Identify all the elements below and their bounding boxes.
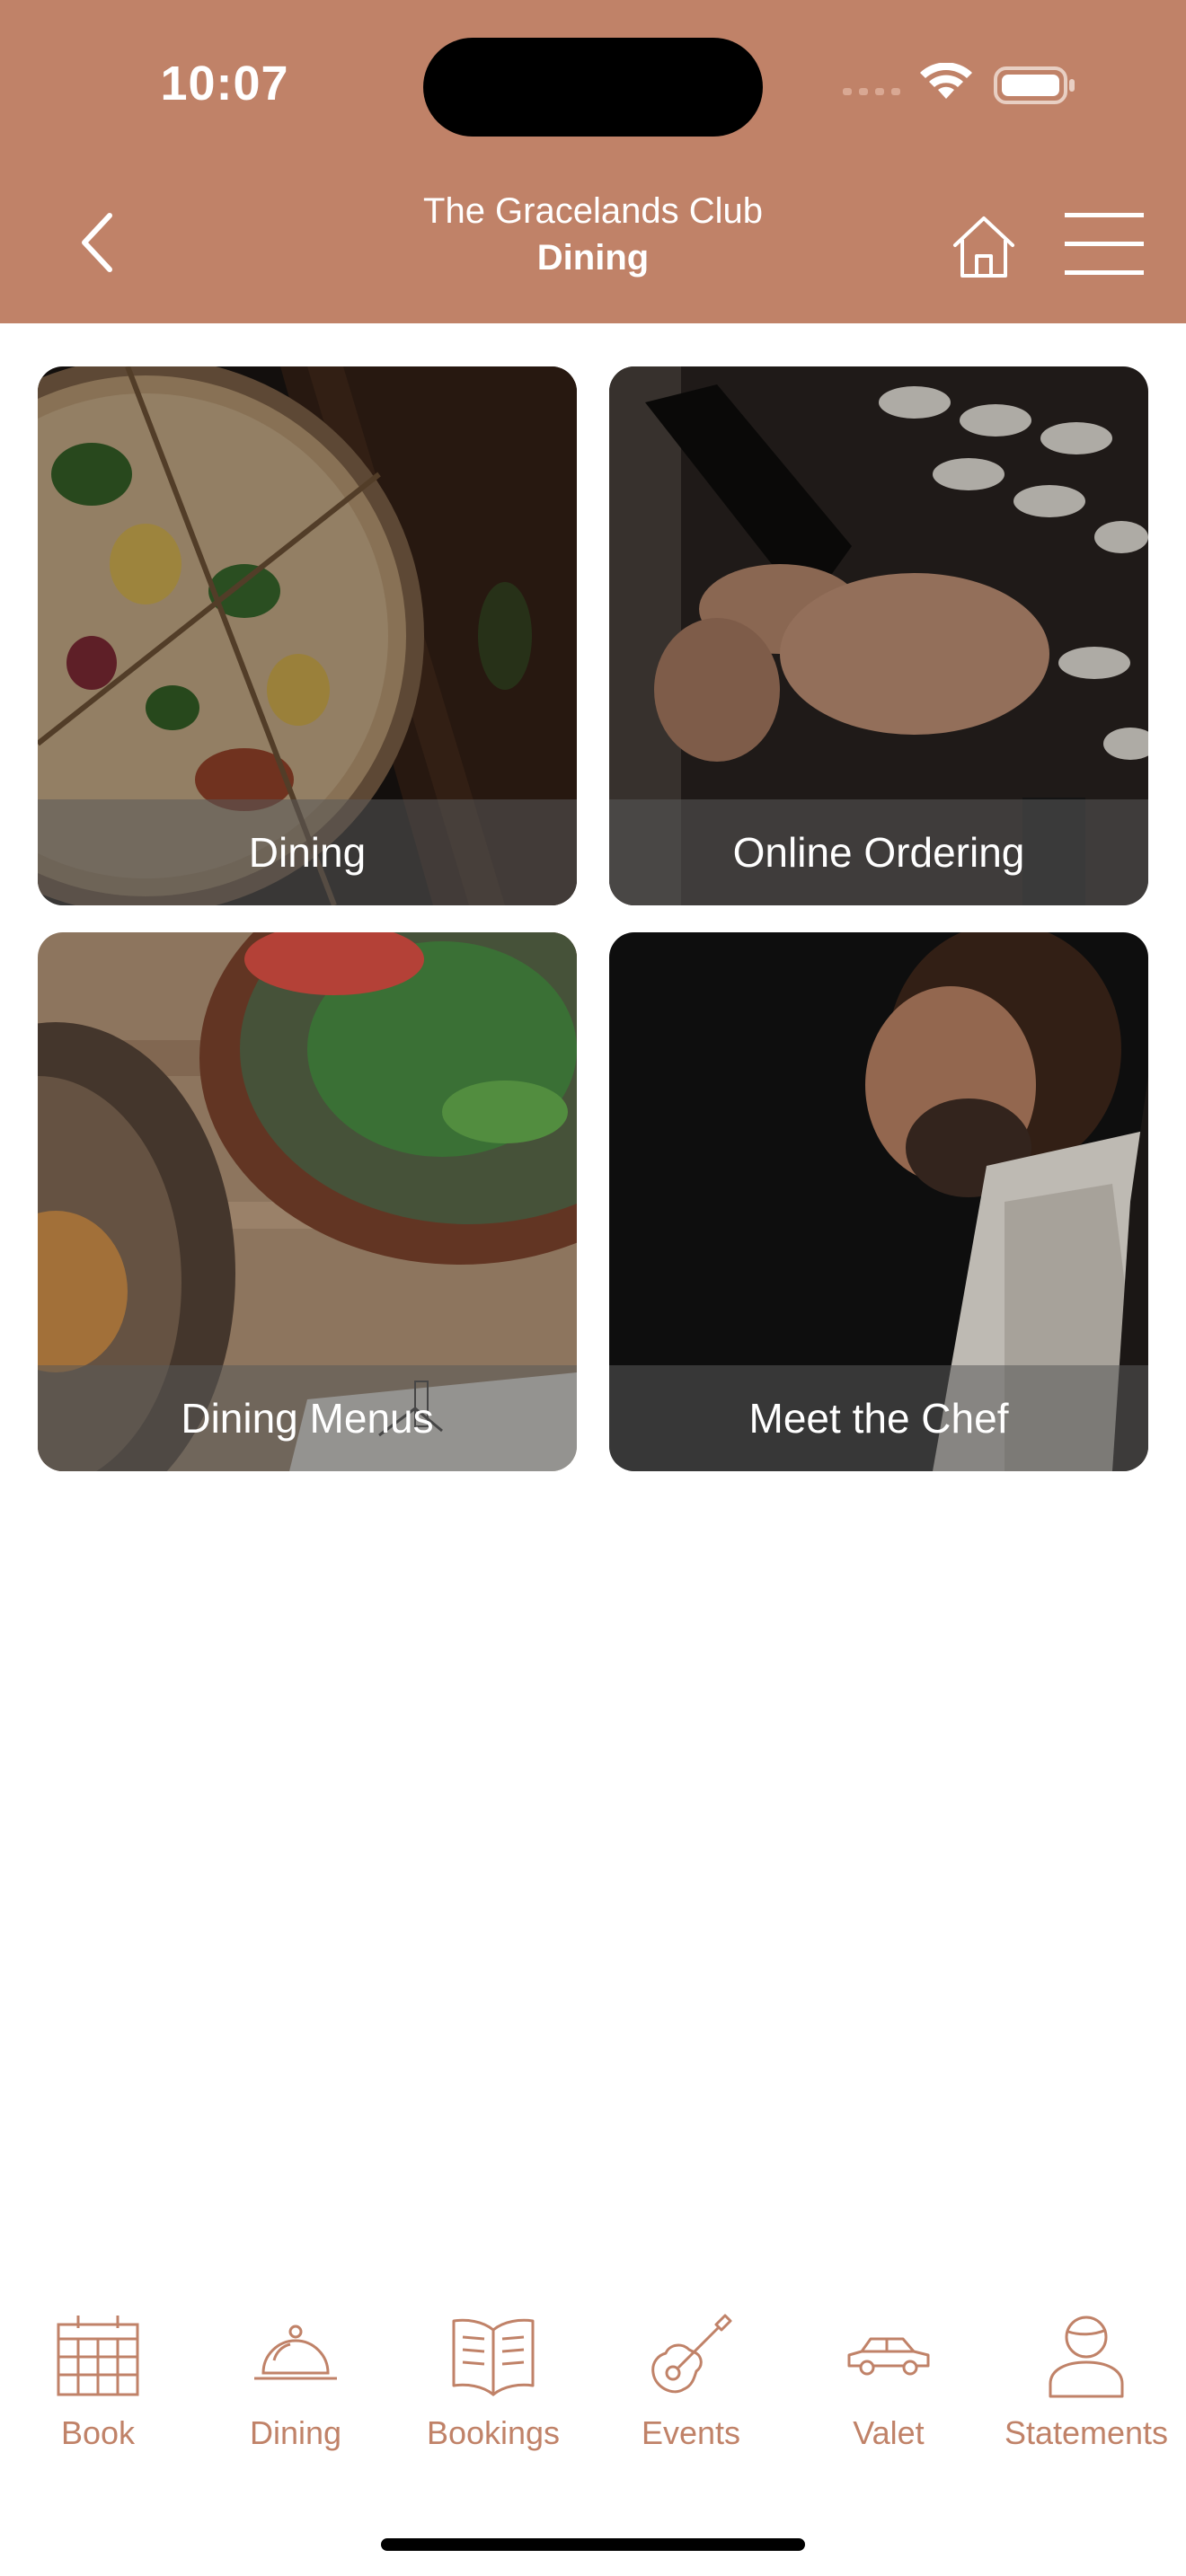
- tile-label: Online Ordering: [732, 829, 1025, 876]
- tile-label: Meet the Chef: [748, 1395, 1009, 1442]
- menu-button[interactable]: [1063, 209, 1146, 278]
- tile-meet-the-chef[interactable]: Meet the Chef: [609, 932, 1148, 1471]
- tab-label: Dining: [249, 2414, 342, 2451]
- battery-icon: [994, 66, 1075, 104]
- home-button[interactable]: [948, 211, 1020, 283]
- tile-dining-menus[interactable]: Dining Menus: [38, 932, 577, 1471]
- app-header: 10:07 The Gracelands Club Dining: [0, 0, 1186, 323]
- tile-label: Dining: [248, 829, 367, 876]
- wifi-icon: [920, 63, 972, 99]
- cellular-signal-icon: [843, 88, 900, 95]
- calendar-icon: [57, 2316, 139, 2396]
- tab-bookings[interactable]: Bookings: [403, 2299, 583, 2461]
- tile-online-ordering[interactable]: Online Ordering: [609, 366, 1148, 905]
- tab-events[interactable]: Events: [601, 2299, 781, 2461]
- car-icon: [847, 2337, 930, 2376]
- back-button[interactable]: [72, 207, 135, 278]
- guitar-icon: [651, 2314, 732, 2394]
- tab-label: Book: [60, 2414, 136, 2451]
- tab-label: Bookings: [426, 2414, 561, 2451]
- header-title: The Gracelands Club: [423, 191, 763, 231]
- dynamic-island: [423, 38, 763, 137]
- tab-statements[interactable]: Statements: [996, 2299, 1176, 2461]
- status-time: 10:07: [160, 57, 289, 110]
- home-icon: [953, 216, 1014, 278]
- tile-dining[interactable]: Dining: [38, 366, 577, 905]
- cloche-icon: [254, 2325, 337, 2380]
- bottom-tab-bar: Book Dining Bookings Events Valet Statem…: [0, 2299, 1186, 2461]
- hamburger-menu-icon: [1065, 213, 1144, 275]
- tab-label: Statements: [1004, 2414, 1169, 2451]
- tile-label: Dining Menus: [181, 1395, 434, 1442]
- tab-dining[interactable]: Dining: [206, 2299, 385, 2461]
- tab-label: Events: [641, 2414, 741, 2451]
- open-book-icon: [452, 2318, 535, 2396]
- chevron-left-icon: [82, 213, 112, 272]
- status-icons: [843, 63, 1075, 104]
- tab-label: Valet: [853, 2414, 925, 2451]
- header-subtitle: Dining: [536, 238, 650, 278]
- tab-book[interactable]: Book: [8, 2299, 188, 2461]
- tab-valet[interactable]: Valet: [799, 2299, 978, 2461]
- home-indicator: [381, 2538, 805, 2551]
- person-icon: [1049, 2316, 1124, 2398]
